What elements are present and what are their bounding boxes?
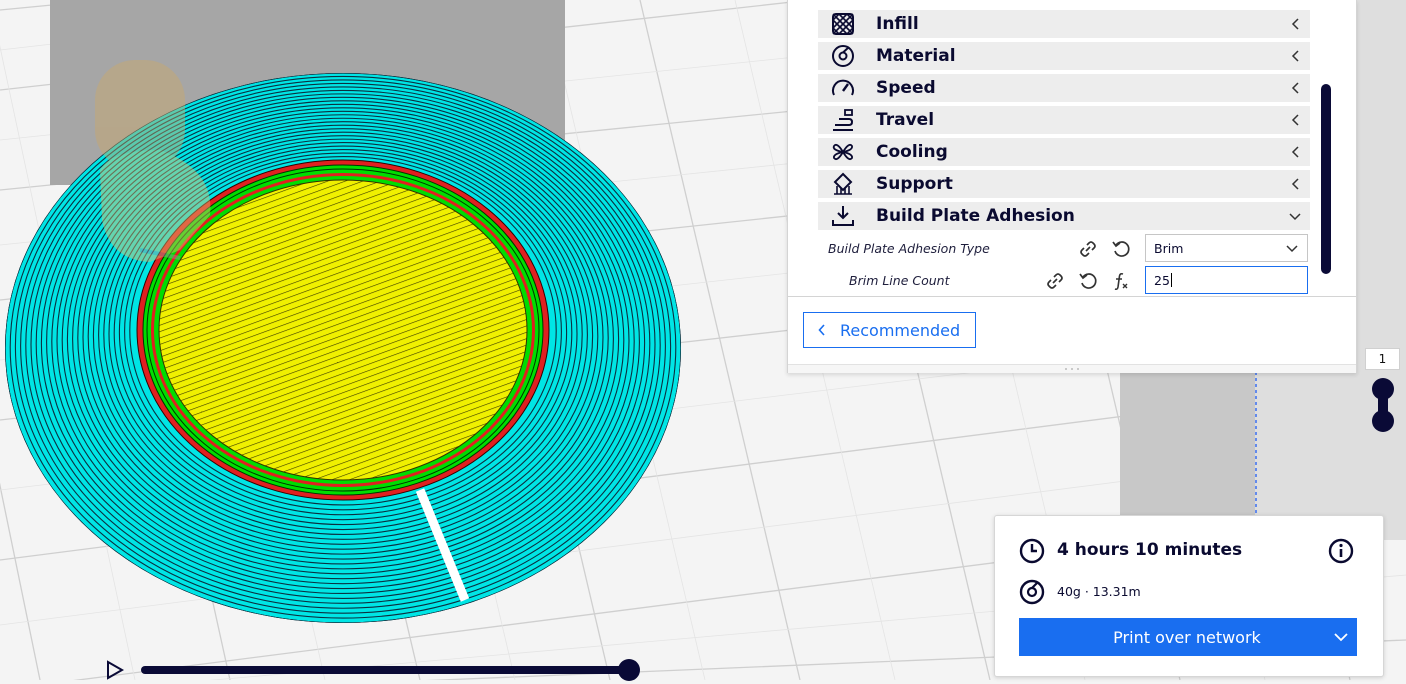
print-button-label: Print over network (1113, 627, 1261, 647)
setting-adhesion-type: Build Plate Adhesion Type Brim (818, 234, 1310, 264)
category-label: Build Plate Adhesion (876, 206, 1075, 226)
link-icon[interactable] (1044, 270, 1066, 292)
clock-icon (1019, 538, 1045, 568)
chevron-left-icon (1280, 170, 1310, 198)
function-icon[interactable] (1110, 270, 1132, 292)
chevron-left-icon (818, 321, 826, 340)
print-settings-panel: Infill Material Speed Travel Cooling Sup (787, 0, 1357, 373)
settings-scrollbar[interactable] (1321, 84, 1331, 274)
link-icon[interactable] (1077, 238, 1099, 260)
print-info-panel: 4 hours 10 minutes 40g · 13.31m Print ov… (994, 515, 1384, 677)
text-cursor (1170, 273, 1172, 287)
brim-line-count-label: Brim Line Count (849, 273, 950, 288)
print-over-network-button[interactable]: Print over network (1019, 618, 1357, 656)
category-build-plate-adhesion[interactable]: Build Plate Adhesion (818, 202, 1310, 230)
panel-resize-handle[interactable] (788, 364, 1356, 373)
category-label: Speed (876, 78, 936, 98)
category-label: Cooling (876, 142, 948, 162)
category-label: Support (876, 174, 953, 194)
top-skin (158, 179, 528, 481)
divider (788, 296, 1356, 297)
category-cooling[interactable]: Cooling (818, 138, 1310, 166)
material-spool-icon (1019, 579, 1045, 609)
fan-icon (830, 139, 856, 165)
material-spool-icon (830, 43, 856, 69)
category-speed[interactable]: Speed (818, 74, 1310, 102)
reset-icon[interactable] (1077, 270, 1099, 292)
recommended-label: Recommended (840, 320, 961, 340)
info-icon[interactable] (1328, 538, 1354, 568)
adhesion-type-value: Brim (1154, 240, 1184, 256)
reset-icon[interactable] (1110, 238, 1132, 260)
travel-icon (830, 107, 856, 133)
chevron-left-icon (1280, 10, 1310, 38)
chevron-left-icon (1280, 106, 1310, 134)
print-time-label: 4 hours 10 minutes (1057, 540, 1243, 560)
layer-number-input[interactable]: 1 (1365, 348, 1400, 370)
category-support[interactable]: Support (818, 170, 1310, 198)
chevron-down-icon (1280, 202, 1310, 230)
adhesion-type-label: Build Plate Adhesion Type (828, 241, 990, 256)
chevron-down-icon (1277, 243, 1307, 253)
speedometer-icon (830, 75, 856, 101)
category-label: Infill (876, 14, 919, 34)
category-travel[interactable]: Travel (818, 106, 1310, 134)
path-slider-track[interactable] (141, 666, 631, 674)
chevron-left-icon (1280, 74, 1310, 102)
path-slider-handle[interactable] (618, 659, 640, 681)
category-material[interactable]: Material (818, 42, 1310, 70)
brim-line-count-value: 25 (1154, 272, 1170, 288)
play-icon[interactable] (105, 660, 125, 680)
build-plate-adhesion-icon (830, 203, 856, 229)
setting-brim-line-count: Brim Line Count 25 (818, 266, 1310, 296)
category-label: Material (876, 46, 956, 66)
recommended-button[interactable]: Recommended (803, 312, 976, 348)
brim-line-count-input[interactable]: 25 (1145, 266, 1308, 294)
chevron-left-icon (1280, 42, 1310, 70)
support-icon (830, 171, 856, 197)
infill-icon (830, 11, 856, 37)
layer-slider-upper-handle[interactable] (1372, 378, 1394, 400)
category-label: Travel (876, 110, 935, 130)
category-infill[interactable]: Infill (818, 10, 1310, 38)
chevron-down-icon[interactable] (1325, 632, 1357, 642)
layer-slider-lower-handle[interactable] (1372, 410, 1394, 432)
material-usage-label: 40g · 13.31m (1057, 584, 1141, 599)
adhesion-type-dropdown[interactable]: Brim (1145, 234, 1308, 262)
chevron-left-icon (1280, 138, 1310, 166)
